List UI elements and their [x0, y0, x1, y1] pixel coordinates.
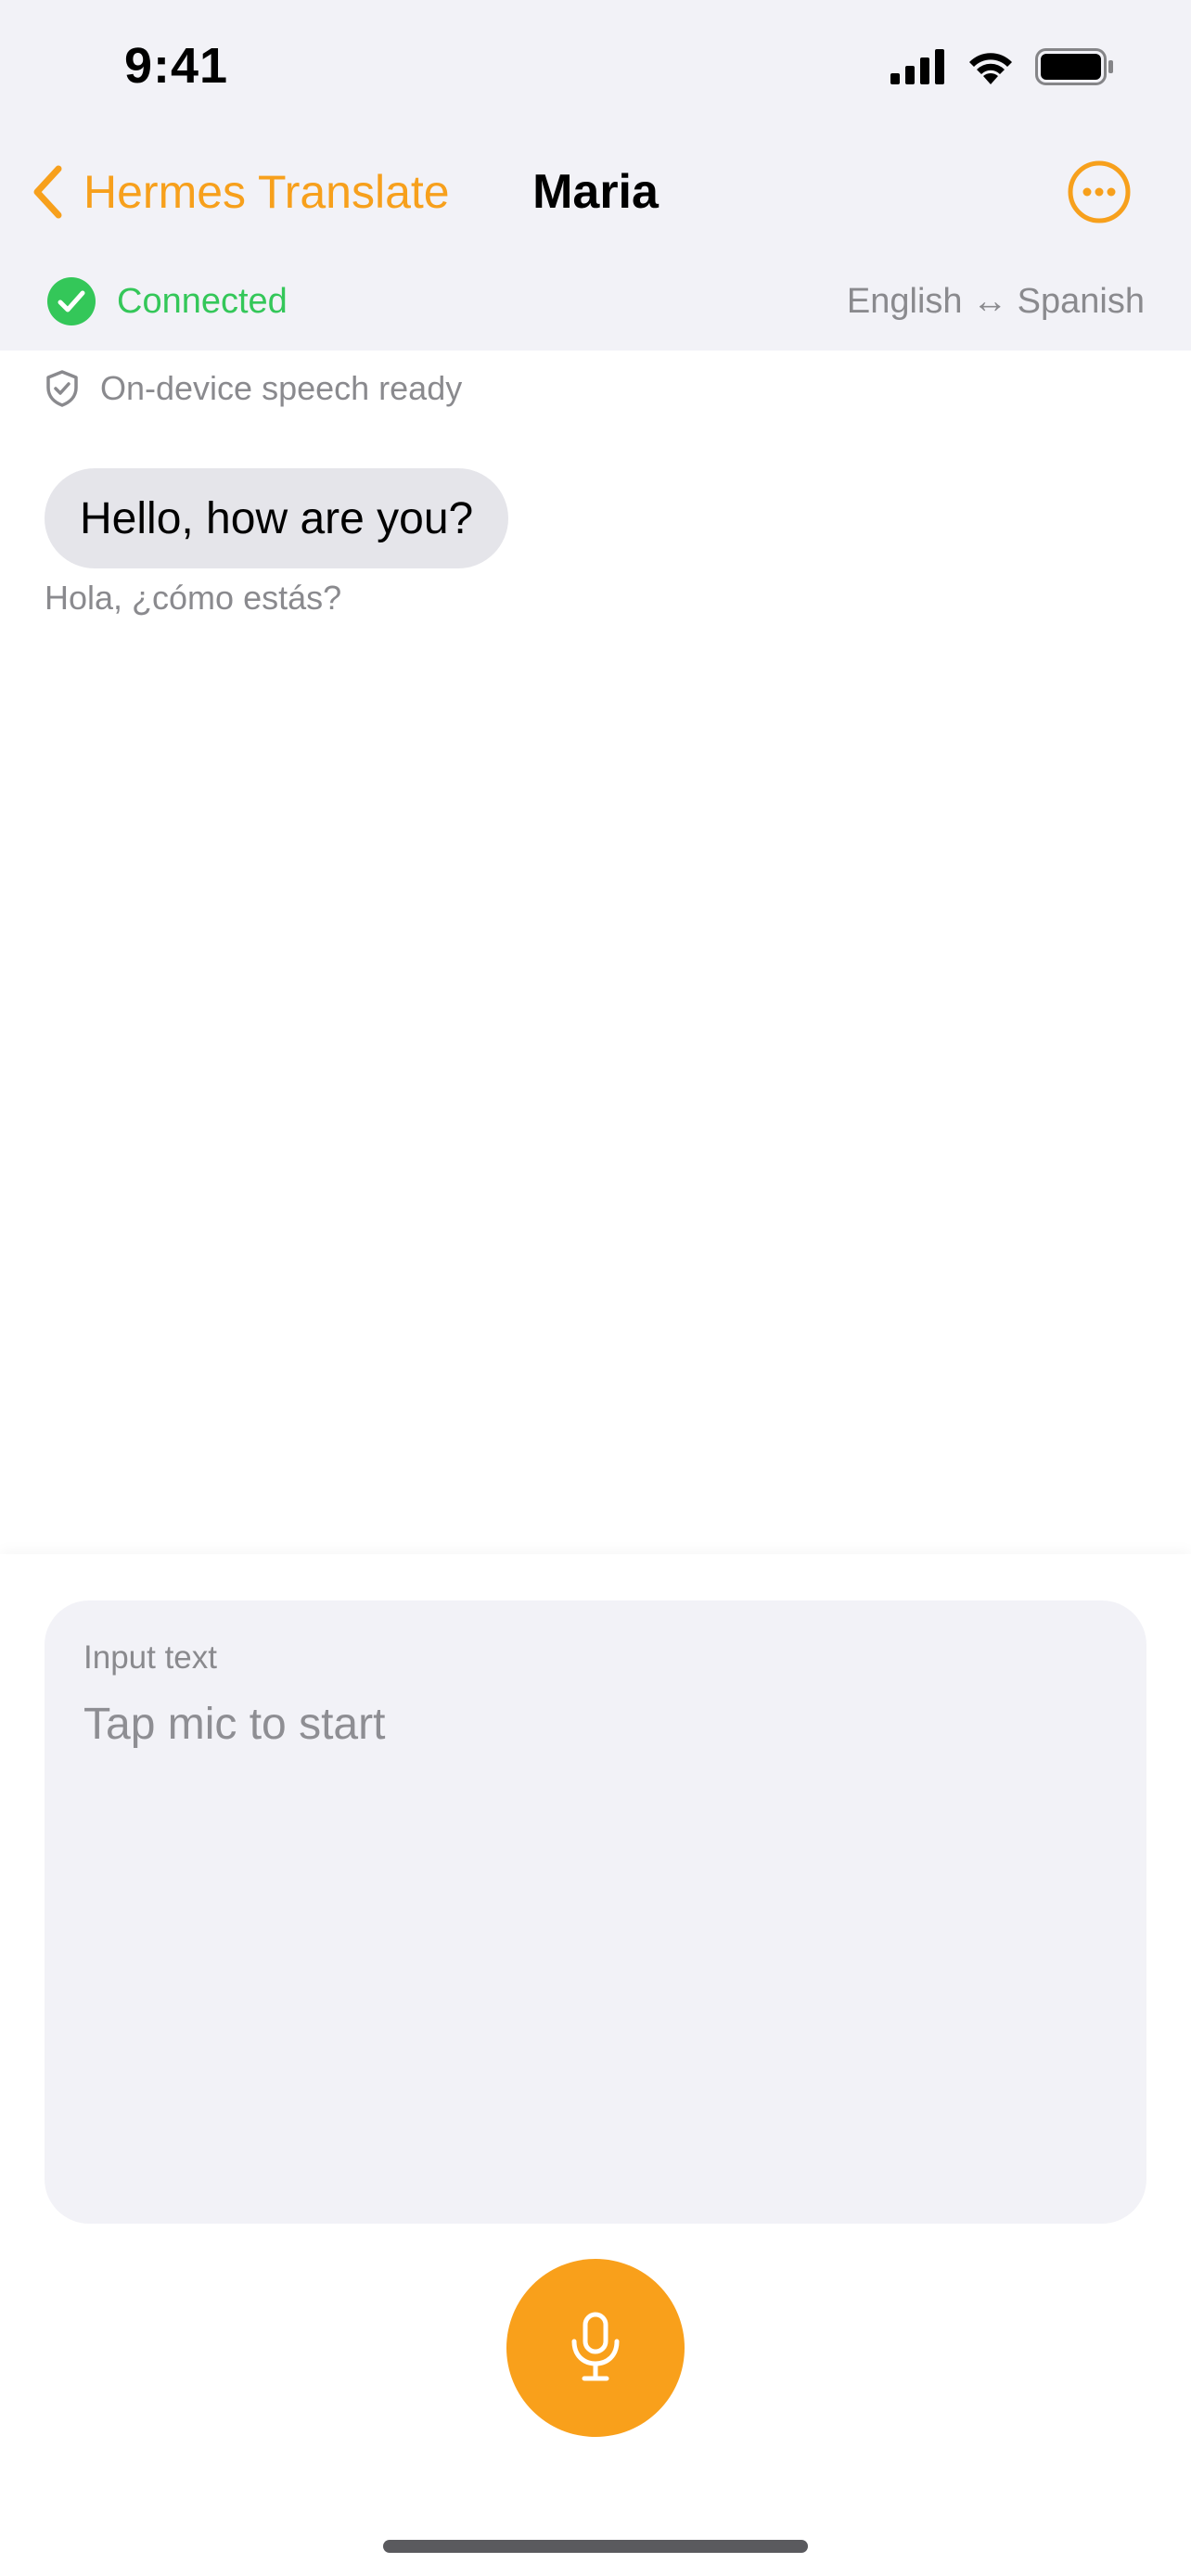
back-button-label: Hermes Translate — [83, 166, 450, 218]
back-button[interactable]: Hermes Translate — [32, 159, 450, 224]
more-options-button[interactable] — [1067, 159, 1132, 224]
connection-status: Connected — [46, 276, 288, 326]
cellular-signal-icon — [890, 49, 944, 84]
connection-status-label: Connected — [117, 281, 288, 321]
ellipsis-circle-icon — [1068, 160, 1131, 223]
speech-status-label: On-device speech ready — [100, 369, 463, 407]
chevron-left-icon — [33, 165, 62, 219]
checkmark-circle-icon — [47, 277, 96, 325]
status-icons — [890, 43, 1115, 91]
mic-button[interactable] — [506, 2259, 685, 2437]
message-bubble[interactable]: Hello, how are you? — [45, 468, 509, 568]
speech-status: On-device speech ready — [45, 365, 462, 412]
input-text-field[interactable] — [83, 1691, 1104, 1756]
microphone-icon — [571, 2312, 620, 2381]
input-caption: Input text — [83, 1639, 217, 1676]
home-indicator[interactable] — [383, 2540, 808, 2553]
language-pair[interactable]: English ↔ Spanish — [847, 276, 1145, 326]
shield-check-icon — [46, 370, 78, 407]
input-card[interactable]: Input text — [45, 1600, 1146, 2224]
conversation-screen: 9:41 Hermes Translate Maria Connected En… — [0, 0, 1191, 2576]
status-time: 9:41 — [124, 38, 229, 94]
wifi-icon — [969, 53, 1012, 84]
battery-icon — [1035, 48, 1113, 85]
message-translation: Hola, ¿cómo estás? — [45, 579, 342, 617]
